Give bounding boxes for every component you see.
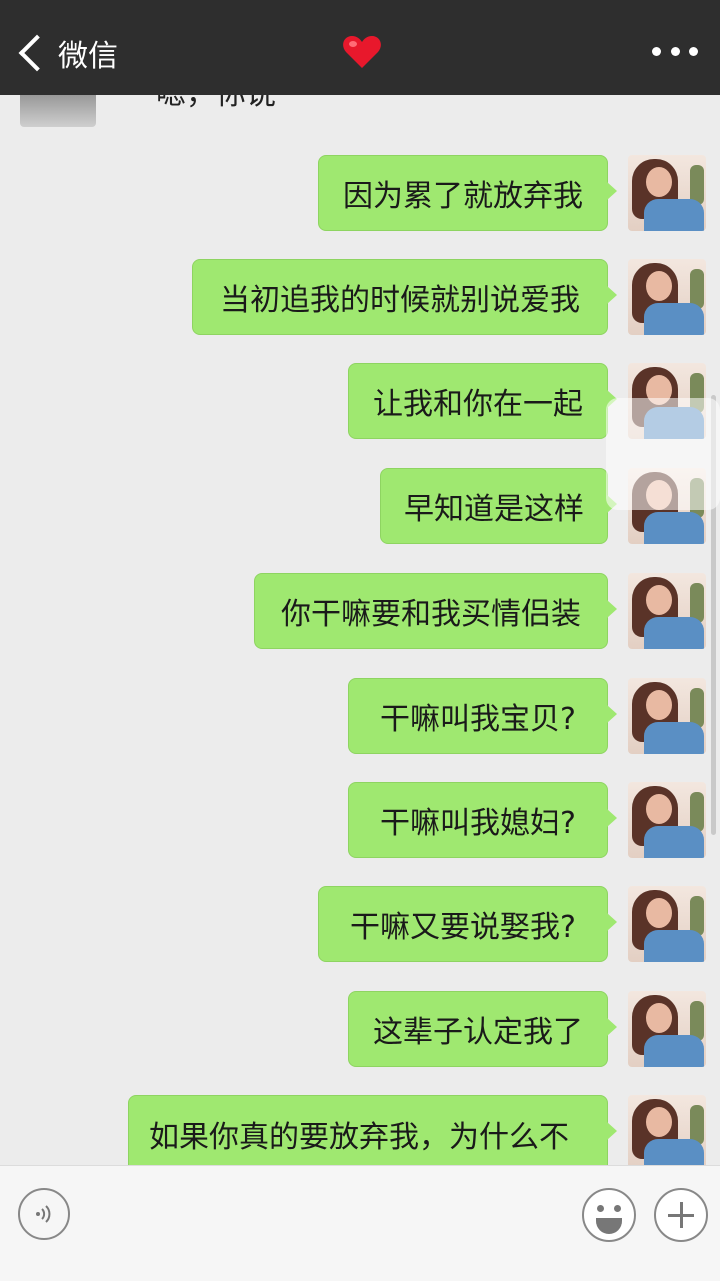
message-row: 干嘛又要说娶我?: [0, 886, 720, 966]
message-row: 当初追我的时候就别说爱我: [0, 259, 720, 339]
self-avatar[interactable]: [628, 991, 706, 1067]
message-row: 干嘛叫我宝贝?: [0, 678, 720, 758]
chat-area[interactable]: 嗯，你说 因为累了就放弃我 当初追我的时候就别说爱我 让我和你在一起 早知道是这…: [0, 95, 720, 1165]
message-text: 早知道是这样: [404, 492, 584, 527]
chevron-left-icon: [18, 34, 56, 72]
voice-icon[interactable]: [18, 1188, 70, 1240]
more-dot-icon: [689, 46, 698, 56]
message-text: 干嘛又要说娶我?: [350, 910, 576, 945]
message-text: 当初追我的时候就别说爱我: [220, 283, 580, 318]
self-avatar[interactable]: [628, 886, 706, 962]
peer-avatar[interactable]: [20, 95, 96, 127]
input-bar: [0, 1165, 720, 1281]
message-bubble[interactable]: 因为累了就放弃我: [318, 155, 617, 231]
message-text: 让我和你在一起: [373, 387, 583, 422]
self-avatar[interactable]: [628, 782, 706, 858]
message-bubble[interactable]: 你干嘛要和我买情侣装: [254, 573, 617, 649]
self-avatar[interactable]: [628, 155, 706, 231]
peer-message-row: 嗯，你说: [20, 95, 420, 127]
message-row: 干嘛叫我媳妇?: [0, 782, 720, 862]
peer-message-text: 嗯，你说: [156, 95, 276, 113]
message-text: 你干嘛要和我买情侣装: [281, 597, 581, 632]
back-label: 微信: [58, 39, 118, 74]
message-text: 如果你真的要放弃我，为什么不早说?: [149, 1120, 569, 1165]
red-heart-icon: [340, 30, 384, 74]
plus-icon[interactable]: [654, 1188, 708, 1242]
message-row: 这辈子认定我了: [0, 991, 720, 1071]
message-text: 这辈子认定我了: [373, 1015, 583, 1050]
message-row: 如果你真的要放弃我，为什么不早说?: [0, 1095, 720, 1165]
message-text: 因为累了就放弃我: [343, 179, 583, 214]
message-bubble[interactable]: 早知道是这样: [380, 468, 617, 544]
nav-bar: 微信: [0, 0, 720, 95]
floating-overlay: [606, 398, 720, 510]
message-bubble[interactable]: 让我和你在一起: [348, 363, 617, 439]
message-bubble[interactable]: 干嘛又要说娶我?: [318, 886, 617, 962]
message-row: 因为累了就放弃我: [0, 155, 720, 235]
message-bubble[interactable]: 当初追我的时候就别说爱我: [192, 259, 617, 335]
back-button[interactable]: 微信: [14, 30, 134, 76]
message-bubble[interactable]: 这辈子认定我了: [348, 991, 617, 1067]
self-avatar[interactable]: [628, 1095, 706, 1165]
more-dot-icon: [652, 46, 661, 56]
message-bubble[interactable]: 如果你真的要放弃我，为什么不早说?: [128, 1095, 617, 1165]
self-avatar[interactable]: [628, 573, 706, 649]
more-options-button[interactable]: [652, 36, 698, 66]
message-bubble[interactable]: 干嘛叫我宝贝?: [348, 678, 617, 754]
self-avatar[interactable]: [628, 259, 706, 335]
message-row: 你干嘛要和我买情侣装: [0, 573, 720, 653]
message-text: 干嘛叫我宝贝?: [380, 702, 576, 737]
emoji-icon[interactable]: [582, 1188, 636, 1242]
self-avatar[interactable]: [628, 678, 706, 754]
more-dot-icon: [670, 46, 680, 56]
message-bubble[interactable]: 干嘛叫我媳妇?: [348, 782, 617, 858]
message-text: 干嘛叫我媳妇?: [380, 806, 576, 841]
